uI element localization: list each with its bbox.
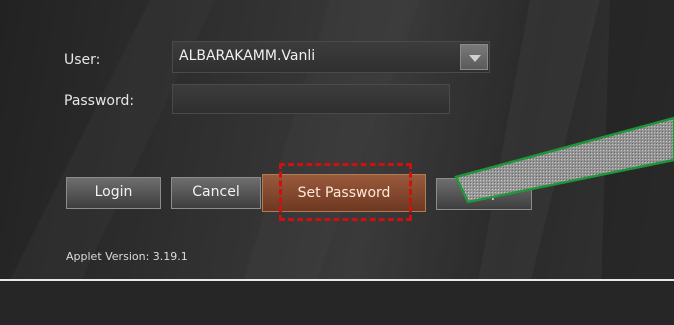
- footer-bar: [0, 281, 674, 325]
- cancel-button[interactable]: Cancel: [171, 177, 261, 209]
- user-dropdown[interactable]: ALBARAKAMM.Vanli: [172, 41, 490, 73]
- user-label: User:: [64, 52, 101, 68]
- help-button[interactable]: Help: [436, 178, 532, 210]
- user-dropdown-toggle[interactable]: [460, 44, 488, 70]
- password-field[interactable]: [172, 84, 450, 114]
- login-button[interactable]: Login: [66, 177, 161, 209]
- highlight-box-red: [279, 163, 412, 221]
- password-label: Password:: [64, 93, 135, 109]
- user-value: ALBARAKAMM.Vanli: [179, 48, 316, 64]
- applet-version: Applet Version: 3.19.1: [66, 250, 188, 263]
- chevron-down-icon: [469, 55, 481, 62]
